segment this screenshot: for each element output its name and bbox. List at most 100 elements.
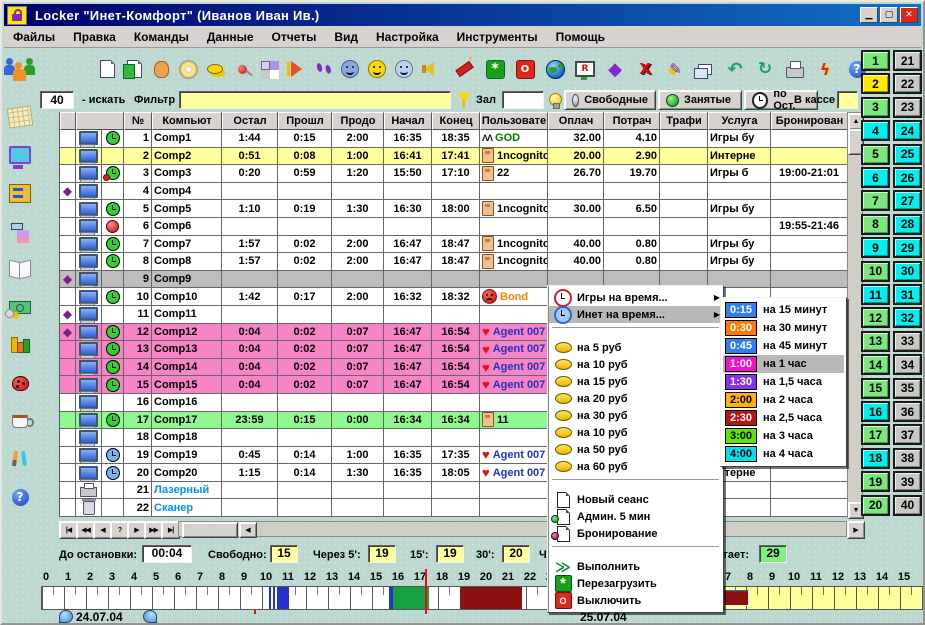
station-button-40[interactable]: 40: [893, 495, 922, 516]
station-button-29[interactable]: 29: [893, 237, 922, 258]
timeline-prev-day-icon[interactable]: [59, 610, 73, 623]
station-button-11[interactable]: 11: [861, 284, 890, 305]
sidebar-money-button[interactable]: [4, 290, 36, 324]
sidebar-bar-chart-button[interactable]: [4, 328, 36, 362]
toolbar-undo-arrow-button[interactable]: ↶: [720, 53, 750, 85]
table-horizontal-scrollbar[interactable]: ◀: [178, 521, 847, 537]
column-header-Потрач[interactable]: Потрач: [604, 112, 660, 130]
toolbar-copy-doc-button[interactable]: [119, 53, 149, 85]
scroll-left-icon[interactable]: ◀: [239, 522, 257, 538]
funnel-icon[interactable]: [457, 93, 471, 109]
menu-item-на-30-руб[interactable]: на 30 руб: [549, 407, 722, 424]
menu-item-6[interactable]: Вид: [325, 28, 367, 46]
toolbar-globe-button[interactable]: [540, 53, 570, 85]
station-button-14[interactable]: 14: [861, 354, 890, 375]
table-row-4[interactable]: ◆4Comp4: [60, 183, 848, 201]
column-header-blank[interactable]: [76, 112, 124, 130]
station-button-9[interactable]: 9: [861, 237, 890, 258]
scroll-right-icon[interactable]: ▶: [847, 521, 865, 539]
menu-item-бронирование[interactable]: Бронирование: [549, 525, 722, 542]
menu-item-инет-на-время-[interactable]: Инет на время...▶: [549, 306, 722, 323]
submenu-item-на-1-5-часа[interactable]: 1:30на 1,5 часа: [723, 373, 844, 391]
station-button-8[interactable]: 8: [861, 214, 890, 235]
menu-item-на-10-руб[interactable]: на 10 руб: [549, 356, 722, 373]
column-header-Бронирован[interactable]: Бронирован: [771, 112, 848, 130]
sidebar-tools-button[interactable]: [4, 442, 36, 476]
toolbar-lightning-button[interactable]: ϟ: [810, 53, 840, 85]
submenu-item-на-15-минут[interactable]: 0:15на 15 минут: [723, 301, 844, 319]
menu-item-8[interactable]: Инструменты: [448, 28, 547, 46]
menu-item-на-15-руб[interactable]: на 15 руб: [549, 373, 722, 390]
bulb-icon[interactable]: [549, 93, 562, 106]
table-row-22[interactable]: 22Сканер: [60, 499, 848, 517]
column-header-Пользовате[interactable]: Пользовате: [480, 112, 548, 130]
column-header-Конец[interactable]: Конец: [432, 112, 480, 130]
close-button[interactable]: ✕: [900, 7, 918, 23]
toolbar-cd-disk-button[interactable]: [173, 53, 203, 85]
menu-item-игры-на-время-[interactable]: Игры на время...▶: [549, 289, 722, 306]
station-button-4[interactable]: 4: [861, 120, 890, 141]
submenu-item-на-2-5-часа[interactable]: 2:30на 2,5 часа: [723, 409, 844, 427]
hall-input[interactable]: [502, 91, 544, 109]
table-row-1[interactable]: 1Comp11:440:152:0016:3518:35ΛΛGOD32.004.…: [60, 130, 848, 148]
table-row-5[interactable]: 5Comp51:100:191:3016:3018:001ncognito30.…: [60, 200, 848, 218]
toolbar-face-blue-button[interactable]: [335, 53, 365, 85]
maximize-button[interactable]: ▢: [880, 7, 898, 23]
station-button-19[interactable]: 19: [861, 471, 890, 492]
column-header-Начал[interactable]: Начал: [384, 112, 432, 130]
toolbar-start-play-button[interactable]: [281, 53, 311, 85]
submenu-item-на-30-минут[interactable]: 0:30на 30 минут: [723, 319, 844, 337]
menu-item-перезагрузить[interactable]: *Перезагрузить: [549, 575, 722, 592]
menu-item-3[interactable]: Команды: [125, 28, 198, 46]
sidebar-server-button[interactable]: [4, 176, 36, 210]
toolbar-reload-green-button[interactable]: *: [480, 53, 510, 85]
toolbar-edit-pencil-button[interactable]: ✎: [660, 53, 690, 85]
submenu-item-на-45-минут[interactable]: 0:45на 45 минут: [723, 337, 844, 355]
filter-input[interactable]: [179, 91, 451, 109]
column-header-Услуга[interactable]: Услуга: [708, 112, 771, 130]
station-button-35[interactable]: 35: [893, 378, 922, 399]
timeline-next-day-icon[interactable]: [143, 610, 157, 623]
station-button-3[interactable]: 3: [861, 97, 890, 118]
submenu-item-на-4-часа[interactable]: 4:00на 4 часа: [723, 445, 844, 463]
column-header-Остал[interactable]: Остал: [222, 112, 278, 130]
toolbar-hand-button[interactable]: [146, 53, 176, 85]
station-button-25[interactable]: 25: [893, 144, 922, 165]
busy-filter-button[interactable]: Занятые: [658, 90, 742, 110]
toolbar-power-red-button[interactable]: O: [510, 53, 540, 85]
table-row-21[interactable]: 21Лазерный: [60, 482, 848, 500]
toolbar-diamond-violet-button[interactable]: ◆: [600, 53, 630, 85]
submenu-item-на-1-час[interactable]: 1:00на 1 час: [723, 355, 844, 373]
toolbar-face-yellow-button[interactable]: [362, 53, 392, 85]
menu-item-1[interactable]: Файлы: [4, 28, 64, 46]
station-button-26[interactable]: 26: [893, 167, 922, 188]
column-header-№[interactable]: №: [124, 112, 152, 130]
station-button-33[interactable]: 33: [893, 331, 922, 352]
station-button-6[interactable]: 6: [861, 167, 890, 188]
menu-item-на-5-руб[interactable]: на 5 руб: [549, 339, 722, 356]
sidebar-task-list-button[interactable]: [4, 214, 36, 248]
menu-item-4[interactable]: Данные: [198, 28, 263, 46]
menu-item-выключить[interactable]: OВыключить: [549, 592, 722, 609]
column-header-Продо[interactable]: Продо: [332, 112, 384, 130]
menu-item-на-20-руб[interactable]: на 20 руб: [549, 390, 722, 407]
station-button-16[interactable]: 16: [861, 401, 890, 422]
station-button-27[interactable]: 27: [893, 190, 922, 211]
cash-field[interactable]: [837, 91, 858, 109]
menu-item-админ-5-мин[interactable]: Админ. 5 мин: [549, 508, 722, 525]
table-row-2[interactable]: 2Comp20:510:081:0016:4117:411ncognito20.…: [60, 148, 848, 166]
station-button-18[interactable]: 18: [861, 448, 890, 469]
station-button-38[interactable]: 38: [893, 448, 922, 469]
column-header-blank[interactable]: [60, 112, 76, 130]
station-button-23[interactable]: 23: [893, 97, 922, 118]
toolbar-delete-x-button[interactable]: X: [630, 53, 660, 85]
station-button-22[interactable]: 22: [893, 73, 922, 94]
toolbar-tiles-button[interactable]: [254, 53, 284, 85]
toolbar-new-doc-button[interactable]: [92, 53, 122, 85]
menu-item-2[interactable]: Правка: [64, 28, 125, 46]
station-button-37[interactable]: 37: [893, 424, 922, 445]
table-row-8[interactable]: 8Comp81:570:022:0016:4718:471ncognito40.…: [60, 253, 848, 271]
station-button-32[interactable]: 32: [893, 307, 922, 328]
toolbar-refresh-cycle-button[interactable]: ↻: [750, 53, 780, 85]
search-count-field[interactable]: 40: [40, 91, 74, 109]
